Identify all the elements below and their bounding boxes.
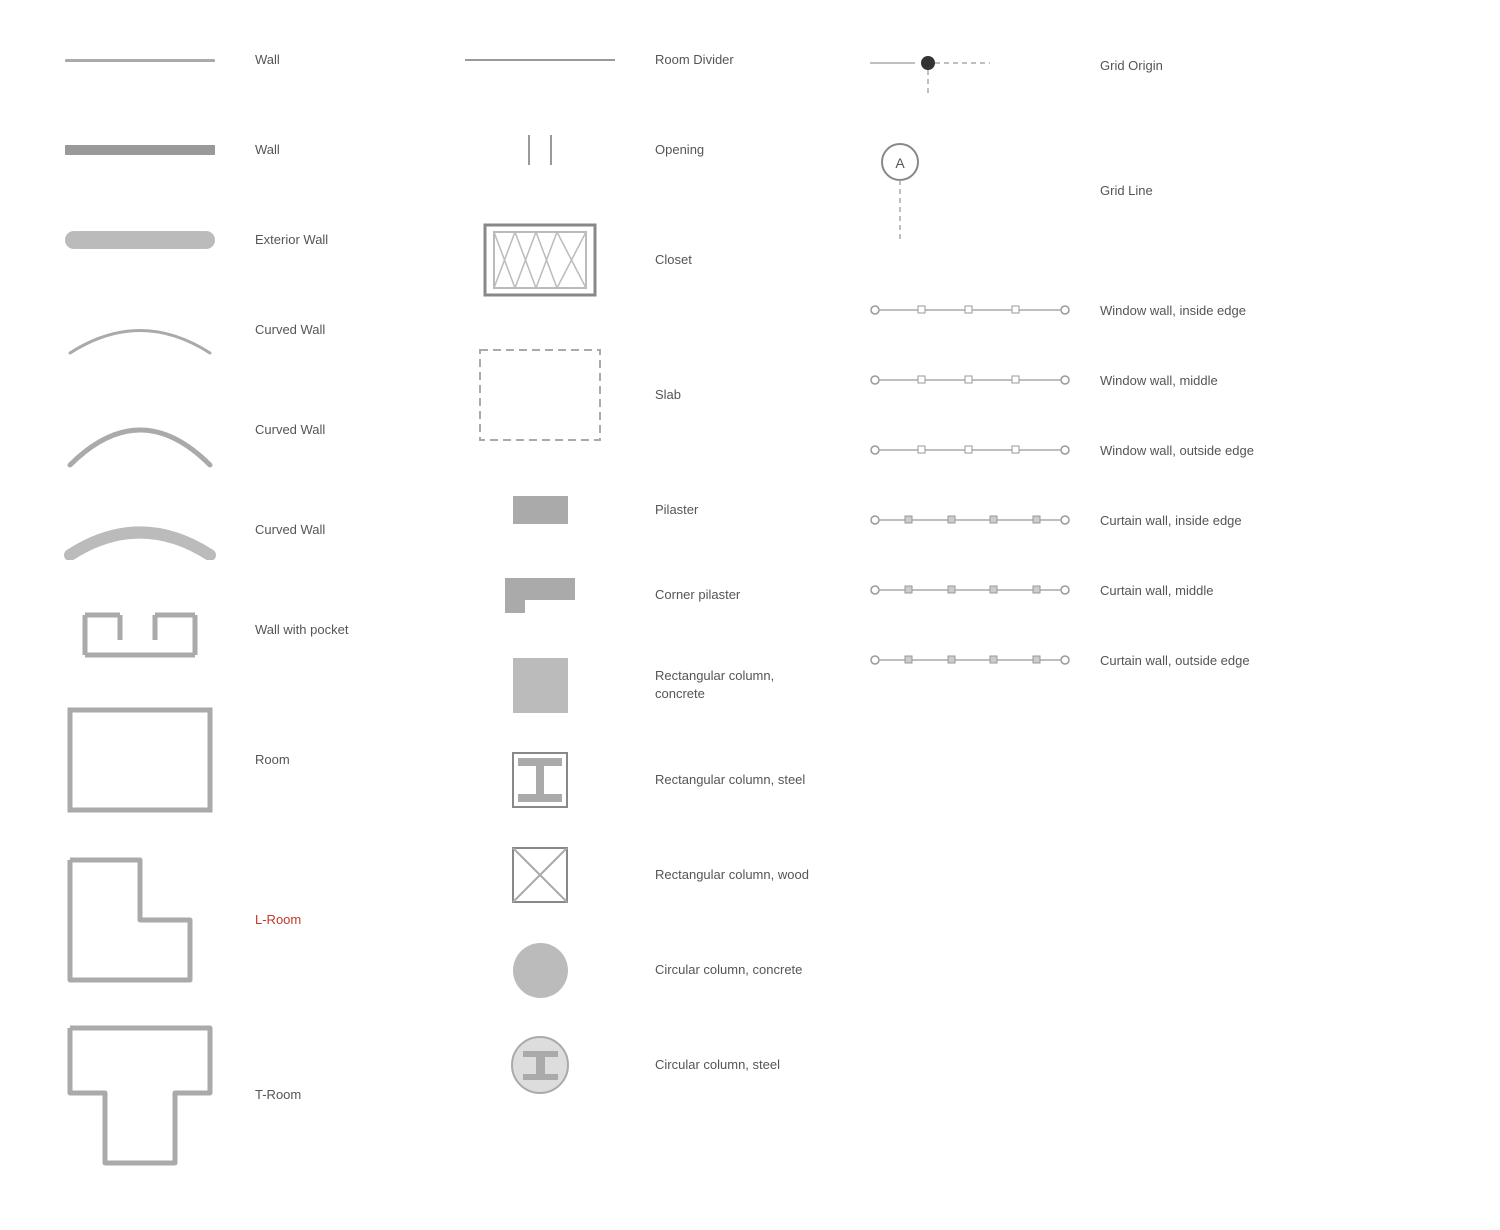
curved-wall-thick-symbol [40, 500, 240, 560]
exterior-wall-symbol [40, 231, 240, 249]
cw-middle-symbol [870, 581, 1090, 599]
list-item: Curved Wall [40, 390, 420, 470]
list-item: Exterior Wall [40, 210, 420, 270]
l-room-symbol [40, 855, 240, 985]
label: Curved Wall [240, 421, 420, 439]
label: Wall [240, 51, 420, 69]
label: L-Room [240, 911, 420, 929]
list-item: Room Divider [440, 30, 840, 90]
room-symbol [40, 705, 240, 815]
column-1: Wall Wall Exterior Wall Curved Wall [40, 30, 420, 1200]
cw-inside-symbol [870, 511, 1090, 529]
label: Circular column, steel [640, 1056, 840, 1074]
list-item: Rectangular column, concrete [440, 650, 840, 720]
rect-col-concrete-symbol [440, 658, 640, 713]
ww-inside-symbol [870, 301, 1090, 319]
label: Circular column, concrete [640, 961, 840, 979]
label: Slab [640, 386, 840, 404]
label: Curtain wall, outside edge [1090, 653, 1260, 668]
label: Corner pilaster [640, 586, 840, 604]
list-item: Window wall, middle [870, 360, 1260, 400]
closet-symbol [440, 220, 640, 300]
list-item: Slab [440, 340, 840, 450]
column-3: Grid Origin A Grid Line [840, 30, 1260, 1200]
list-item: Corner pilaster [440, 565, 840, 625]
ww-middle-symbol [870, 371, 1090, 389]
label: Grid Origin [1090, 58, 1260, 73]
list-item: A Grid Line [870, 140, 1260, 240]
list-item: Window wall, inside edge [870, 290, 1260, 330]
list-item: Curtain wall, inside edge [870, 500, 1260, 540]
t-room-symbol [40, 1023, 240, 1168]
grid-line-symbol: A [870, 140, 1090, 240]
label: Wall with pocket [240, 621, 420, 639]
label: T-Room [240, 1086, 420, 1104]
list-item: Wall [40, 30, 420, 90]
label: Window wall, middle [1090, 373, 1260, 388]
list-item: Circular column, steel [440, 1030, 840, 1100]
list-item: Wall with pocket [40, 590, 420, 670]
list-item: Closet [440, 210, 840, 310]
ww-outside-symbol [870, 441, 1090, 459]
label: Curtain wall, middle [1090, 583, 1260, 598]
cw-outside-symbol [870, 651, 1090, 669]
label: Room Divider [640, 51, 840, 69]
label: Window wall, outside edge [1090, 443, 1260, 458]
circ-col-steel-symbol [440, 1033, 640, 1098]
pilaster-symbol [440, 496, 640, 524]
list-item: Window wall, outside edge [870, 430, 1260, 470]
grid-origin-symbol [870, 35, 1090, 95]
list-item: Opening [440, 120, 840, 180]
list-item: Rectangular column, wood [440, 840, 840, 910]
room-divider-symbol [440, 59, 640, 61]
label: Wall [240, 141, 420, 159]
circ-col-concrete-symbol [440, 943, 640, 998]
list-item: Curved Wall [40, 300, 420, 360]
list-item: Wall [40, 120, 420, 180]
list-item: Pilaster [440, 480, 840, 540]
label: Rectangular column, steel [640, 771, 840, 789]
list-item: Rectangular column, steel [440, 745, 840, 815]
legend-container: Wall Wall Exterior Wall Curved Wall [0, 0, 1500, 1230]
label: Room [240, 751, 420, 769]
label: Rectangular column, concrete [640, 667, 840, 703]
label: Closet [640, 251, 840, 269]
curved-wall-thin-symbol [40, 303, 240, 358]
svg-text:A: A [895, 155, 905, 171]
rect-col-wood-symbol [440, 845, 640, 905]
label: Curved Wall [240, 321, 420, 339]
list-item: L-Room [40, 850, 420, 990]
label: Exterior Wall [240, 231, 420, 249]
list-item: Grid Origin [870, 30, 1260, 100]
label: Grid Line [1090, 183, 1260, 198]
column-2: Room Divider Opening [420, 30, 840, 1200]
opening-symbol [440, 135, 640, 165]
curved-wall-medium-symbol [40, 390, 240, 470]
rect-col-steel-symbol [440, 750, 640, 810]
label: Curtain wall, inside edge [1090, 513, 1260, 528]
corner-pilaster-symbol [440, 573, 640, 618]
label: Rectangular column, wood [640, 866, 840, 884]
slab-symbol [440, 345, 640, 445]
list-item: Curtain wall, middle [870, 570, 1260, 610]
list-item: T-Room [40, 1020, 420, 1170]
label: Pilaster [640, 501, 840, 519]
label: Window wall, inside edge [1090, 303, 1260, 318]
label: Curved Wall [240, 521, 420, 539]
list-item: Circular column, concrete [440, 935, 840, 1005]
wall-thick-symbol [40, 145, 240, 155]
list-item: Curtain wall, outside edge [870, 640, 1260, 680]
label: Opening [640, 141, 840, 159]
list-item: Room [40, 700, 420, 820]
list-item: Curved Wall [40, 500, 420, 560]
wall-pocket-symbol [40, 595, 240, 665]
wall-thin-symbol [40, 59, 240, 62]
